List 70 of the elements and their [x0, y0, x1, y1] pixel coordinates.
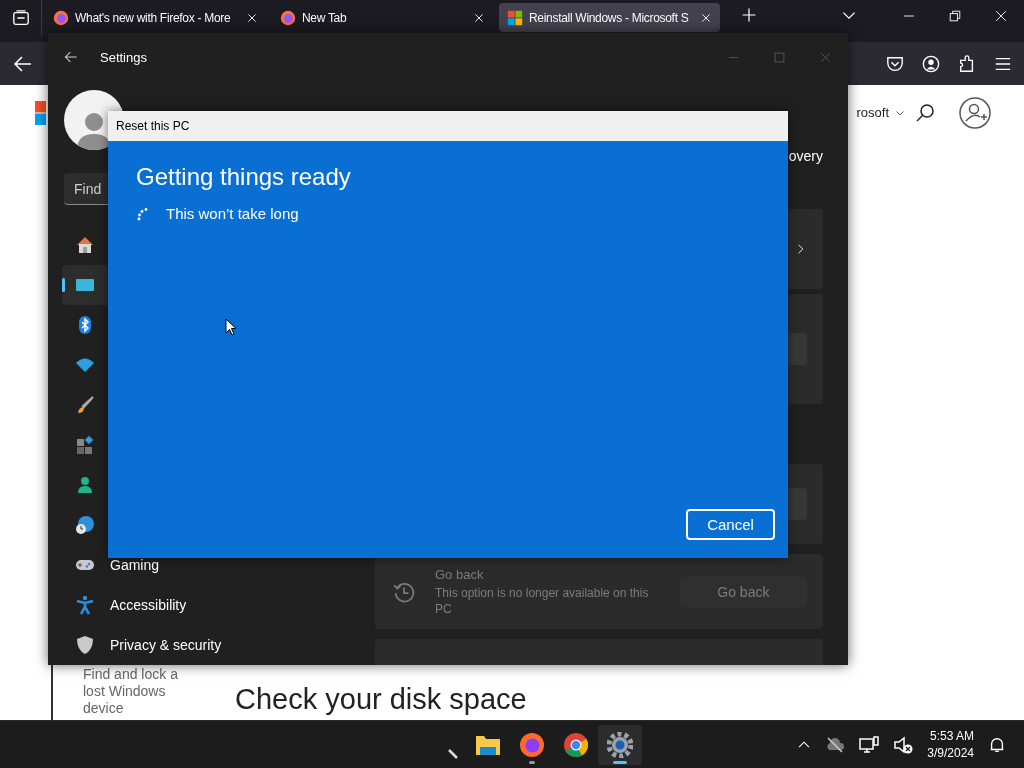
settings-nav-item[interactable]: Accessibility	[62, 585, 362, 625]
pen-icon	[448, 748, 458, 759]
bell-icon	[988, 735, 1006, 754]
notifications-button[interactable]	[988, 735, 1006, 754]
microsoft-logo-icon	[35, 100, 46, 125]
tab-title: New Tab	[302, 10, 348, 25]
firefox-icon	[280, 9, 296, 26]
speaker-muted-icon	[893, 734, 914, 755]
back-arrow-icon	[13, 53, 33, 74]
option-description: This option is no longer available on this PC	[435, 584, 650, 617]
browser-tab[interactable]: New Tab	[272, 3, 493, 32]
cursor-icon	[225, 318, 237, 336]
dialog-title: Reset this PC	[116, 119, 190, 133]
tab-title: Reinstall Windows - Microsoft S	[529, 10, 690, 25]
cloud-off-icon	[825, 734, 846, 755]
search-icon	[915, 102, 935, 123]
back-arrow-icon	[64, 50, 78, 64]
cancel-button[interactable]: Cancel	[686, 509, 775, 540]
network-icon	[859, 734, 880, 755]
close-icon	[995, 10, 1007, 22]
spinner-icon	[136, 206, 150, 221]
option-title: Go back	[435, 566, 485, 582]
back-button[interactable]	[64, 50, 78, 64]
nav-menu-link[interactable]: rosoft	[856, 105, 905, 120]
extensions-button[interactable]	[958, 54, 976, 73]
search-button[interactable]	[915, 102, 935, 123]
account-icon	[922, 54, 940, 73]
history-icon	[393, 580, 415, 603]
home-icon	[75, 235, 95, 255]
clock[interactable]: 5:53 AM 3/9/2024	[927, 727, 974, 762]
page-description: overy	[788, 148, 823, 164]
window-title: Settings	[100, 49, 147, 65]
restore-icon	[949, 10, 961, 22]
apps-icon	[75, 435, 95, 455]
account-button[interactable]	[922, 54, 940, 73]
close-tab-button[interactable]	[473, 11, 485, 24]
taskbar-app[interactable]	[598, 724, 642, 765]
chrome-icon	[563, 731, 589, 758]
browser-tab[interactable]: Reinstall Windows - Microsoft S	[499, 3, 720, 32]
close-tab-button[interactable]	[700, 11, 712, 24]
sign-in-button[interactable]	[959, 96, 991, 129]
settings-nav-item[interactable]: Privacy & security	[62, 625, 362, 665]
page-heading: Check your disk space	[235, 683, 527, 716]
pocket-button[interactable]	[886, 54, 904, 73]
accessibility-icon	[75, 595, 95, 615]
person-icon	[75, 475, 95, 495]
tab-title: What's new with Firefox - More	[75, 10, 232, 25]
tab-list-icon	[11, 9, 30, 27]
account-add-icon	[959, 96, 991, 129]
windows-logo-icon	[507, 9, 523, 26]
maximize-icon	[773, 51, 785, 63]
close-icon	[819, 51, 831, 63]
browser-tab[interactable]: What's new with Firefox - More	[45, 3, 266, 32]
close-icon	[246, 11, 258, 24]
globe-clock-icon	[75, 515, 95, 535]
close-tab-button[interactable]	[246, 11, 258, 24]
back-button[interactable]	[13, 53, 33, 74]
brush-icon	[75, 395, 95, 415]
firefox-icon	[53, 9, 69, 26]
side-link-text: Find and lock a lost Windows device	[83, 666, 179, 717]
pocket-icon	[886, 54, 904, 73]
close-icon	[700, 11, 712, 24]
puzzle-icon	[958, 54, 976, 73]
status-text: This won’t take long	[166, 205, 299, 222]
firefox-icon	[519, 731, 545, 758]
dialog-heading: Getting things ready	[136, 163, 352, 191]
gear-icon	[607, 731, 633, 758]
close-icon	[473, 11, 485, 24]
shield-icon	[75, 635, 95, 655]
plus-icon	[741, 7, 757, 23]
